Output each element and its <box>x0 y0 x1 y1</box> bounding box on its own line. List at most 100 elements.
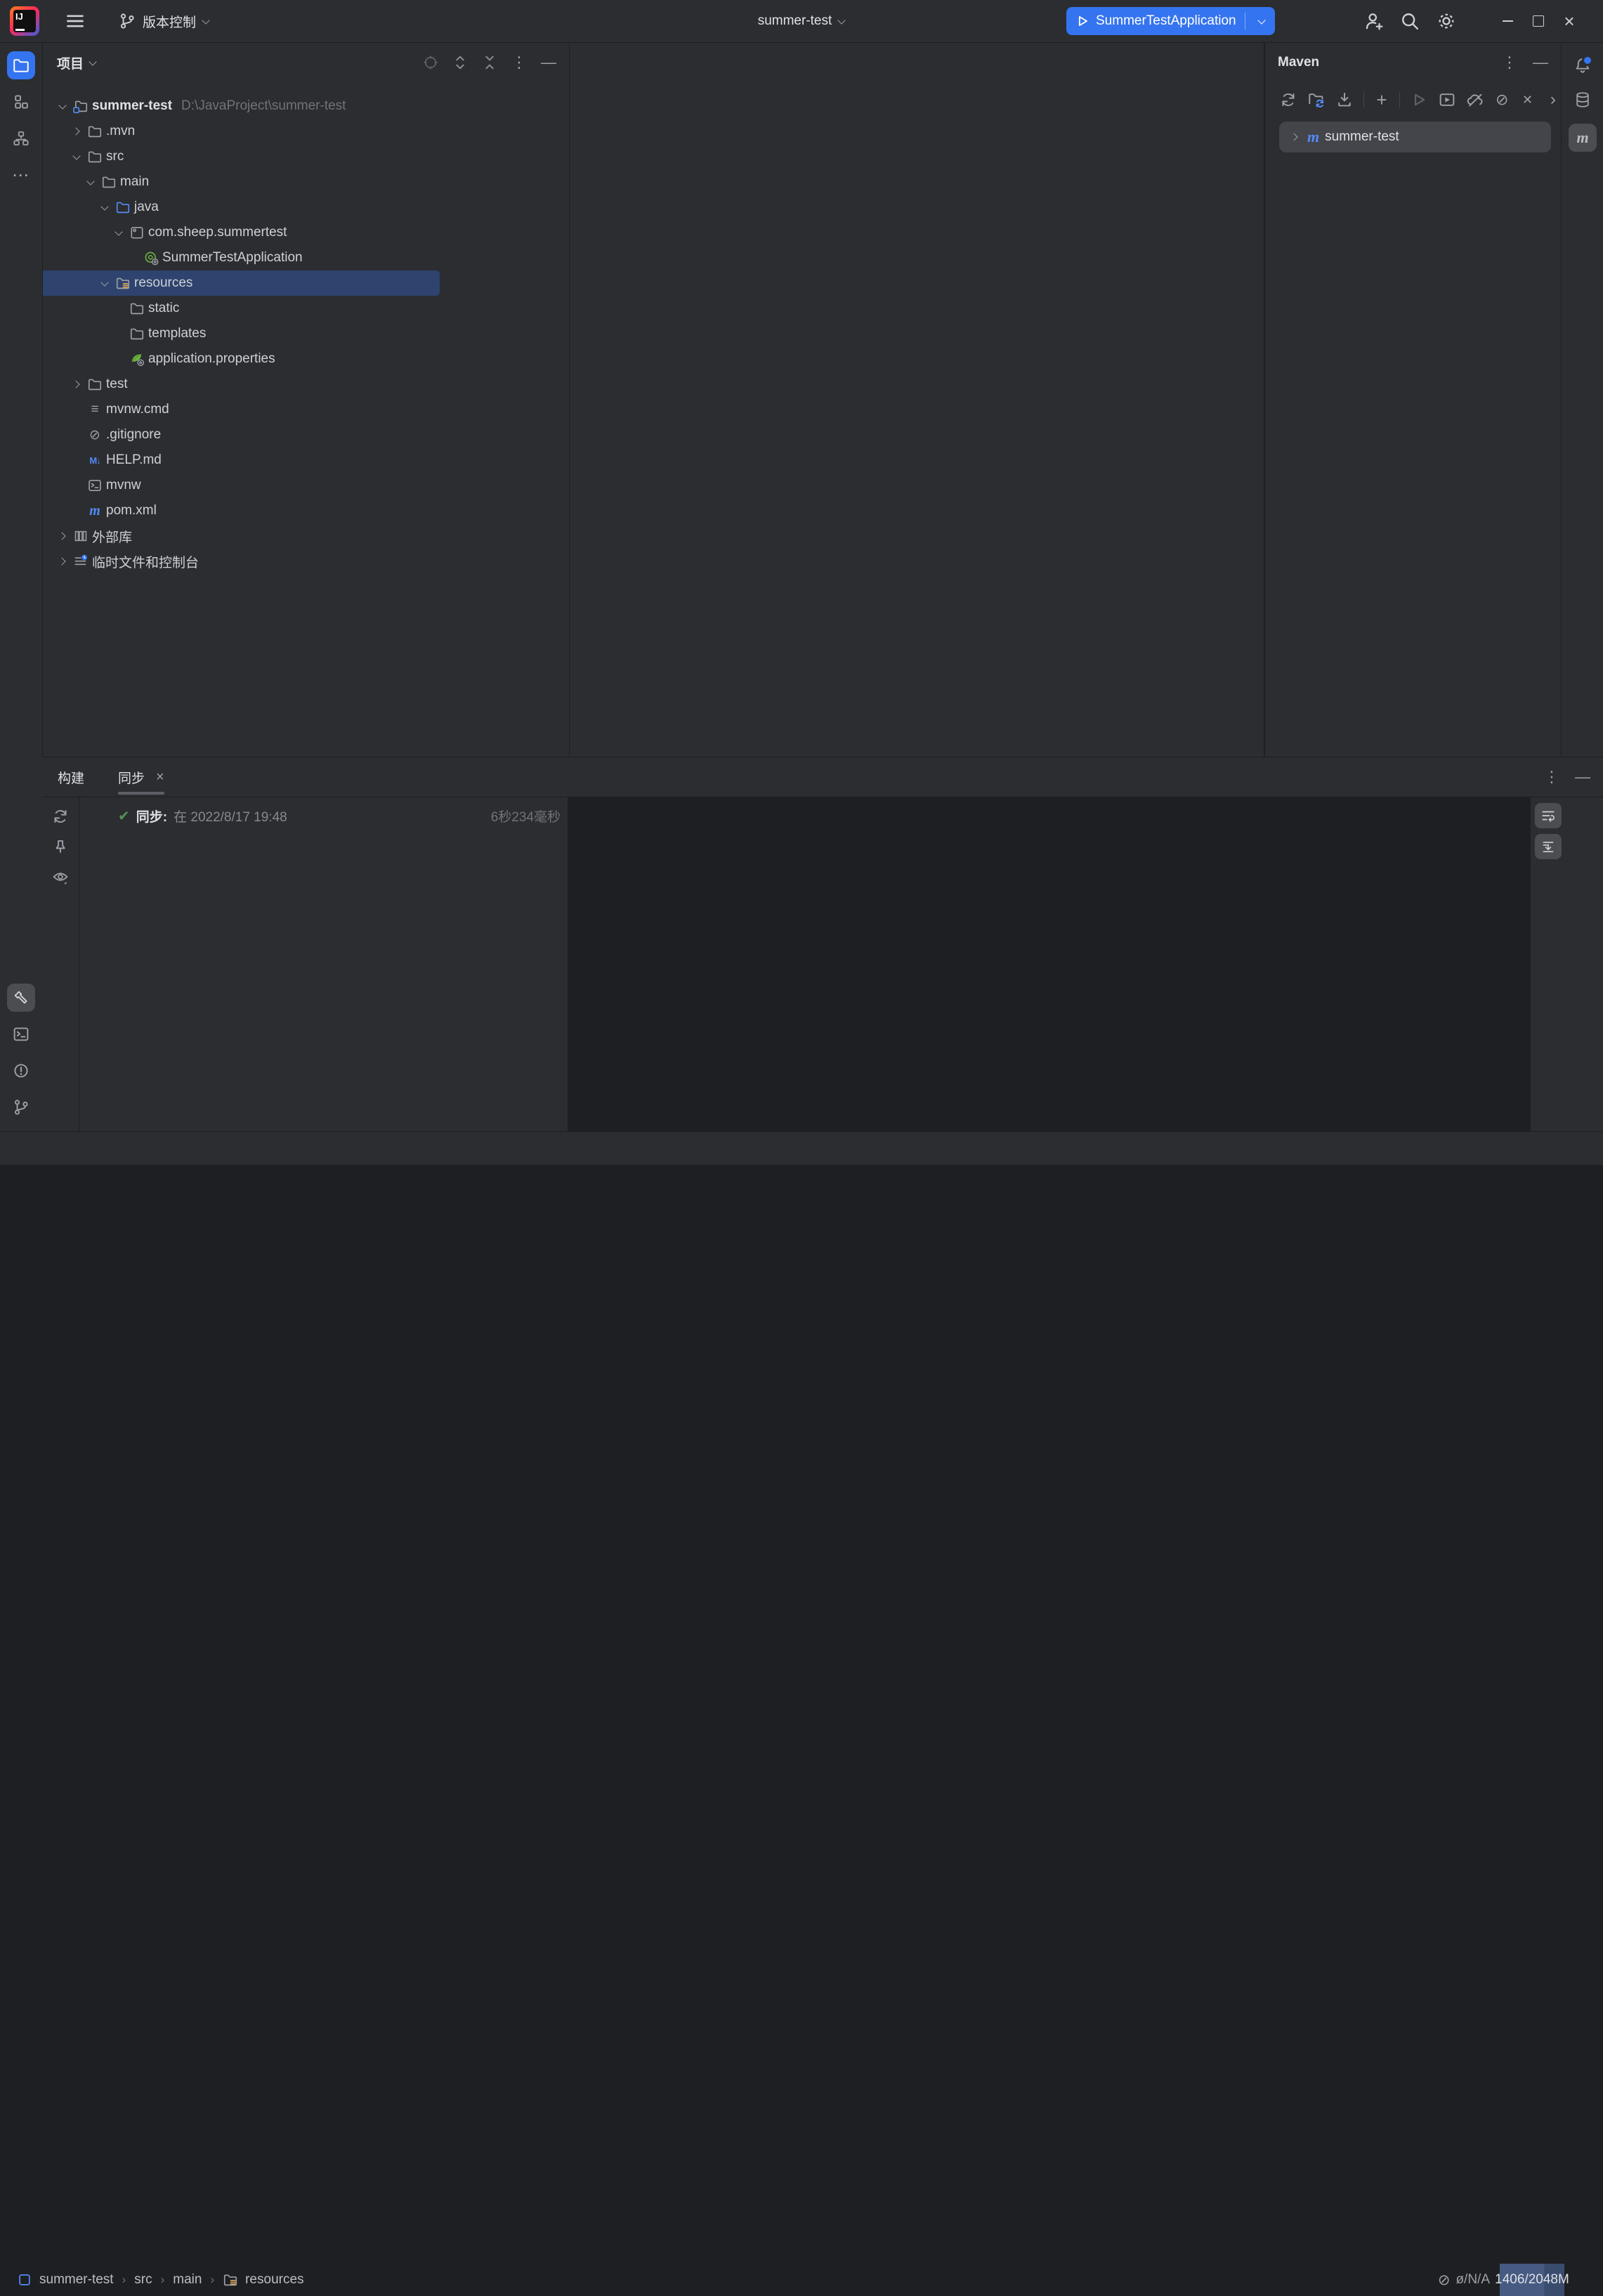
tree-item-java[interactable]: java <box>43 195 569 220</box>
maven-file-icon: m <box>87 503 103 518</box>
project-view-selector[interactable]: 项目 <box>57 53 96 72</box>
hierarchy-icon <box>12 129 30 148</box>
pin-icon[interactable] <box>51 837 70 856</box>
stripe-vcs-button[interactable] <box>7 1093 35 1121</box>
generate-sources-folder-icon[interactable] <box>1307 91 1326 109</box>
chevron-collapsed-icon[interactable] <box>70 377 84 391</box>
tree-item-mvn[interactable]: .mvn <box>43 119 569 144</box>
tree-item-package[interactable]: com.sheep.summertest <box>43 220 569 245</box>
build-output-console[interactable] <box>568 797 1530 1132</box>
tree-item-label: static <box>148 301 179 316</box>
collapse-all-icon[interactable]: ✕ <box>1519 91 1535 109</box>
intellij-idea-window: { "icons": { "more_vertical": "⋮", "mini… <box>0 0 1603 1164</box>
execute-goal-icon[interactable] <box>1438 91 1456 109</box>
text-file-icon: ≡ <box>87 402 103 417</box>
more-options-icon[interactable]: ⋮ <box>1543 768 1561 786</box>
window-maximize-button[interactable] <box>1523 0 1554 42</box>
window-close-button[interactable]: × <box>1554 0 1585 42</box>
window-minimize-button[interactable] <box>1492 0 1523 42</box>
chevron-collapsed-icon[interactable] <box>55 529 70 543</box>
chevron-expanded-icon[interactable] <box>84 175 98 189</box>
tree-item-resources[interactable]: resources <box>43 270 440 296</box>
chevron-expanded-icon[interactable] <box>70 150 84 164</box>
tree-item-project-root[interactable]: summer-test D:\JavaProject\summer-test <box>43 93 569 119</box>
add-maven-project-icon[interactable]: + <box>1374 91 1389 109</box>
stripe-problems-button[interactable] <box>7 1057 35 1085</box>
more-toolbar-icon[interactable]: › <box>1545 91 1561 109</box>
tree-item-main-class[interactable]: SummerTestApplication <box>43 245 569 270</box>
close-tab-icon[interactable]: × <box>156 769 164 785</box>
tree-item-scratches[interactable]: 临时文件和控制台 <box>43 549 569 574</box>
tree-item-static[interactable]: static <box>43 296 569 321</box>
memory-indicator[interactable]: 1406/2048M <box>1500 2264 1564 2296</box>
tab-sync[interactable]: 同步 × <box>118 757 164 797</box>
right-stripe-top: m <box>1562 50 1603 157</box>
chevron-collapsed-icon[interactable] <box>55 554 70 568</box>
tree-item-main[interactable]: main <box>43 169 569 195</box>
sync-status-row[interactable]: ✔ 同步: 在 2022/8/17 19:48 6秒234毫秒 <box>79 797 568 830</box>
expand-all-icon[interactable] <box>451 53 469 72</box>
tree-item-gitignore[interactable]: ⊘ .gitignore <box>43 422 569 448</box>
stripe-build-button[interactable] <box>7 984 35 1012</box>
skip-tests-icon[interactable]: ⊘ <box>1494 91 1510 109</box>
stripe-commit-button[interactable] <box>7 88 35 116</box>
hide-panel-icon[interactable]: — <box>1531 53 1550 72</box>
add-user-icon[interactable] <box>1363 11 1384 32</box>
offline-mode-icon[interactable] <box>1466 91 1484 109</box>
breadcrumb-item[interactable]: resources <box>245 2272 303 2288</box>
locate-file-icon[interactable] <box>421 53 440 72</box>
vcs-widget[interactable]: 版本控制 <box>111 7 216 35</box>
tree-item-external-libraries[interactable]: 外部库 <box>43 523 569 549</box>
vcs-widget-label: 版本控制 <box>143 12 196 31</box>
breadcrumb-item[interactable]: summer-test <box>39 2272 114 2288</box>
view-options-eye-icon[interactable] <box>51 868 70 886</box>
settings-gear-icon[interactable] <box>1436 11 1457 32</box>
run-build-icon[interactable] <box>1410 91 1428 109</box>
tree-item-help-md[interactable]: M↓ HELP.md <box>43 448 569 473</box>
run-config-dropdown[interactable] <box>1251 10 1272 32</box>
run-widget[interactable]: SummerTestApplication <box>1066 7 1275 35</box>
tree-item-src[interactable]: src <box>43 144 569 169</box>
collapse-all-icon[interactable] <box>480 53 499 72</box>
reload-projects-icon[interactable] <box>1279 91 1297 109</box>
stripe-structure-button[interactable] <box>7 124 35 152</box>
more-options-icon[interactable]: ⋮ <box>510 53 528 72</box>
window-controls: × <box>1492 0 1585 42</box>
stripe-maven-button[interactable]: m <box>1569 124 1597 152</box>
tree-item-application-properties[interactable]: application.properties <box>43 346 569 372</box>
stripe-more-tools-button[interactable]: ⋯ <box>7 161 35 189</box>
stripe-notifications-button[interactable] <box>1569 51 1597 79</box>
editor-empty-area[interactable]: 随处搜索 双击 Shift 转到文件 Ctrl+Shift+N 最近的文件 Ct… <box>570 43 1264 757</box>
chevron-expanded-icon[interactable] <box>98 200 112 214</box>
tree-item-label: 临时文件和控制台 <box>92 552 199 571</box>
stripe-terminal-button[interactable] <box>7 1020 35 1048</box>
maven-project-row[interactable]: m summer-test <box>1279 122 1551 152</box>
project-switcher[interactable]: summer-test <box>751 7 853 35</box>
more-options-icon[interactable]: ⋮ <box>1500 53 1519 72</box>
breadcrumb-item[interactable]: main <box>173 2272 202 2288</box>
tree-item-mvnw[interactable]: mvnw <box>43 473 569 498</box>
chevron-expanded-icon[interactable] <box>98 276 112 290</box>
download-sources-icon[interactable] <box>1335 91 1354 109</box>
stripe-database-button[interactable] <box>1569 86 1597 114</box>
chevron-collapsed-icon[interactable] <box>70 124 84 138</box>
search-icon[interactable] <box>1399 11 1420 32</box>
chevron-expanded-icon[interactable] <box>112 226 126 240</box>
main-menu-button[interactable] <box>58 7 93 35</box>
status-bar-widgets: ⊘ ø/N/A 1406/2048M <box>1438 2264 1603 2296</box>
tree-item-mvnw-cmd[interactable]: ≡ mvnw.cmd <box>43 397 569 422</box>
chevron-collapsed-icon[interactable] <box>1288 130 1302 144</box>
stripe-project-button[interactable] <box>7 51 35 79</box>
resync-icon[interactable] <box>51 807 70 826</box>
chevron-expanded-icon[interactable] <box>55 99 70 113</box>
soft-wrap-toggle[interactable] <box>1535 803 1562 828</box>
tree-item-pom-xml[interactable]: m pom.xml <box>43 498 569 523</box>
tree-item-templates[interactable]: templates <box>43 321 569 346</box>
tree-item-test[interactable]: test <box>43 372 569 397</box>
inspections-widget[interactable]: ⊘ ø/N/A <box>1438 2271 1500 2289</box>
scroll-to-end-toggle[interactable] <box>1535 834 1562 859</box>
breadcrumb-item[interactable]: src <box>134 2272 152 2288</box>
hide-panel-icon[interactable]: — <box>1573 768 1592 786</box>
hide-panel-icon[interactable]: — <box>539 53 558 72</box>
tab-build[interactable]: 构建 <box>58 757 84 797</box>
